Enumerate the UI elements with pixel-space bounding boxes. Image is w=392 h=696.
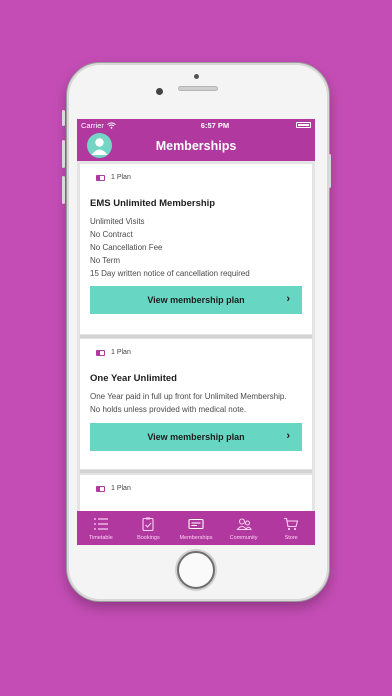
view-membership-plan-button[interactable]: View membership plan › xyxy=(90,286,302,314)
membership-name: One Year Unlimited xyxy=(90,373,177,384)
tab-community[interactable]: Community xyxy=(221,517,267,541)
memberships-list: 1 Plan EMS Unlimited Membership Unlimite… xyxy=(77,161,315,511)
plan-count: 1 Plan xyxy=(111,174,131,181)
home-button[interactable] xyxy=(177,551,215,589)
plan-count: 1 Plan xyxy=(111,349,131,356)
detail-line: No holds unless provided with medical no… xyxy=(90,405,247,414)
tab-label: Timetable xyxy=(88,535,113,541)
detail-line: No Term xyxy=(90,256,121,265)
tab-store[interactable]: Store xyxy=(268,517,314,541)
plan-count-row: 1 Plan xyxy=(80,475,312,492)
card-divider xyxy=(80,470,312,473)
plan-count-row: 1 Plan xyxy=(80,339,312,356)
profile-avatar[interactable] xyxy=(87,133,112,158)
status-bar: Carrier 6:57 PM xyxy=(77,119,315,131)
card-icon xyxy=(188,518,204,530)
phone-volume-down xyxy=(62,176,65,204)
clipboard-icon xyxy=(142,517,154,531)
carrier-label: Carrier xyxy=(81,120,104,130)
battery-icon xyxy=(296,122,311,128)
tab-label: Community xyxy=(229,535,258,541)
people-icon xyxy=(235,518,252,531)
plan-icon xyxy=(96,485,105,492)
phone-volume-up xyxy=(62,140,65,168)
wifi-icon xyxy=(107,121,116,129)
tab-memberships[interactable]: Memberships xyxy=(173,517,219,541)
list-icon xyxy=(93,518,108,530)
nav-bar: Memberships xyxy=(77,131,315,161)
phone-shadow xyxy=(110,602,282,604)
button-label: View membership plan xyxy=(147,295,245,305)
detail-line: Unlimited Visits xyxy=(90,217,145,226)
membership-card: 1 Plan EMS Unlimited Membership Unlimite… xyxy=(80,164,312,334)
detail-line: No Cancellation Fee xyxy=(90,243,163,252)
chevron-right-icon: › xyxy=(286,430,290,442)
tab-timetable[interactable]: Timetable xyxy=(78,517,124,541)
detail-line: No Contract xyxy=(90,230,133,239)
tab-bar: Timetable Bookings Memberships Community… xyxy=(77,511,315,545)
user-icon xyxy=(91,138,108,155)
earpiece-speaker xyxy=(178,86,218,91)
page-title: Memberships xyxy=(155,139,237,153)
membership-name: EMS Unlimited Membership xyxy=(90,198,216,209)
detail-line: One Year paid in full up front for Unlim… xyxy=(90,392,287,401)
phone-power-button xyxy=(328,154,331,188)
phone-silent-switch xyxy=(62,110,65,126)
membership-details: One Year paid in full up front for Unlim… xyxy=(80,390,312,416)
front-sensor xyxy=(194,74,199,79)
button-label: View membership plan xyxy=(147,432,245,442)
front-camera xyxy=(156,88,163,95)
tab-label: Bookings xyxy=(137,535,160,541)
tab-label: Store xyxy=(284,535,298,541)
membership-card: 1 Plan xyxy=(80,475,312,511)
view-membership-plan-button[interactable]: View membership plan › xyxy=(90,423,302,451)
chevron-right-icon: › xyxy=(286,293,290,305)
detail-line: 15 Day written notice of cancellation re… xyxy=(90,269,250,278)
status-time: 6:57 PM xyxy=(200,120,230,130)
plan-count-row: 1 Plan xyxy=(80,164,312,181)
app-screen: Carrier 6:57 PM Memberships 1 Plan EMS U… xyxy=(77,119,315,545)
card-divider xyxy=(80,335,312,338)
plan-icon xyxy=(96,349,105,356)
plan-count: 1 Plan xyxy=(111,485,131,492)
plan-icon xyxy=(96,174,105,181)
cart-icon xyxy=(284,517,299,531)
tab-bookings[interactable]: Bookings xyxy=(125,517,171,541)
membership-card: 1 Plan One Year Unlimited One Year paid … xyxy=(80,339,312,469)
tab-label: Memberships xyxy=(179,535,213,541)
membership-details: Unlimited Visits No Contract No Cancella… xyxy=(80,215,312,280)
carrier-status: Carrier xyxy=(81,121,116,130)
